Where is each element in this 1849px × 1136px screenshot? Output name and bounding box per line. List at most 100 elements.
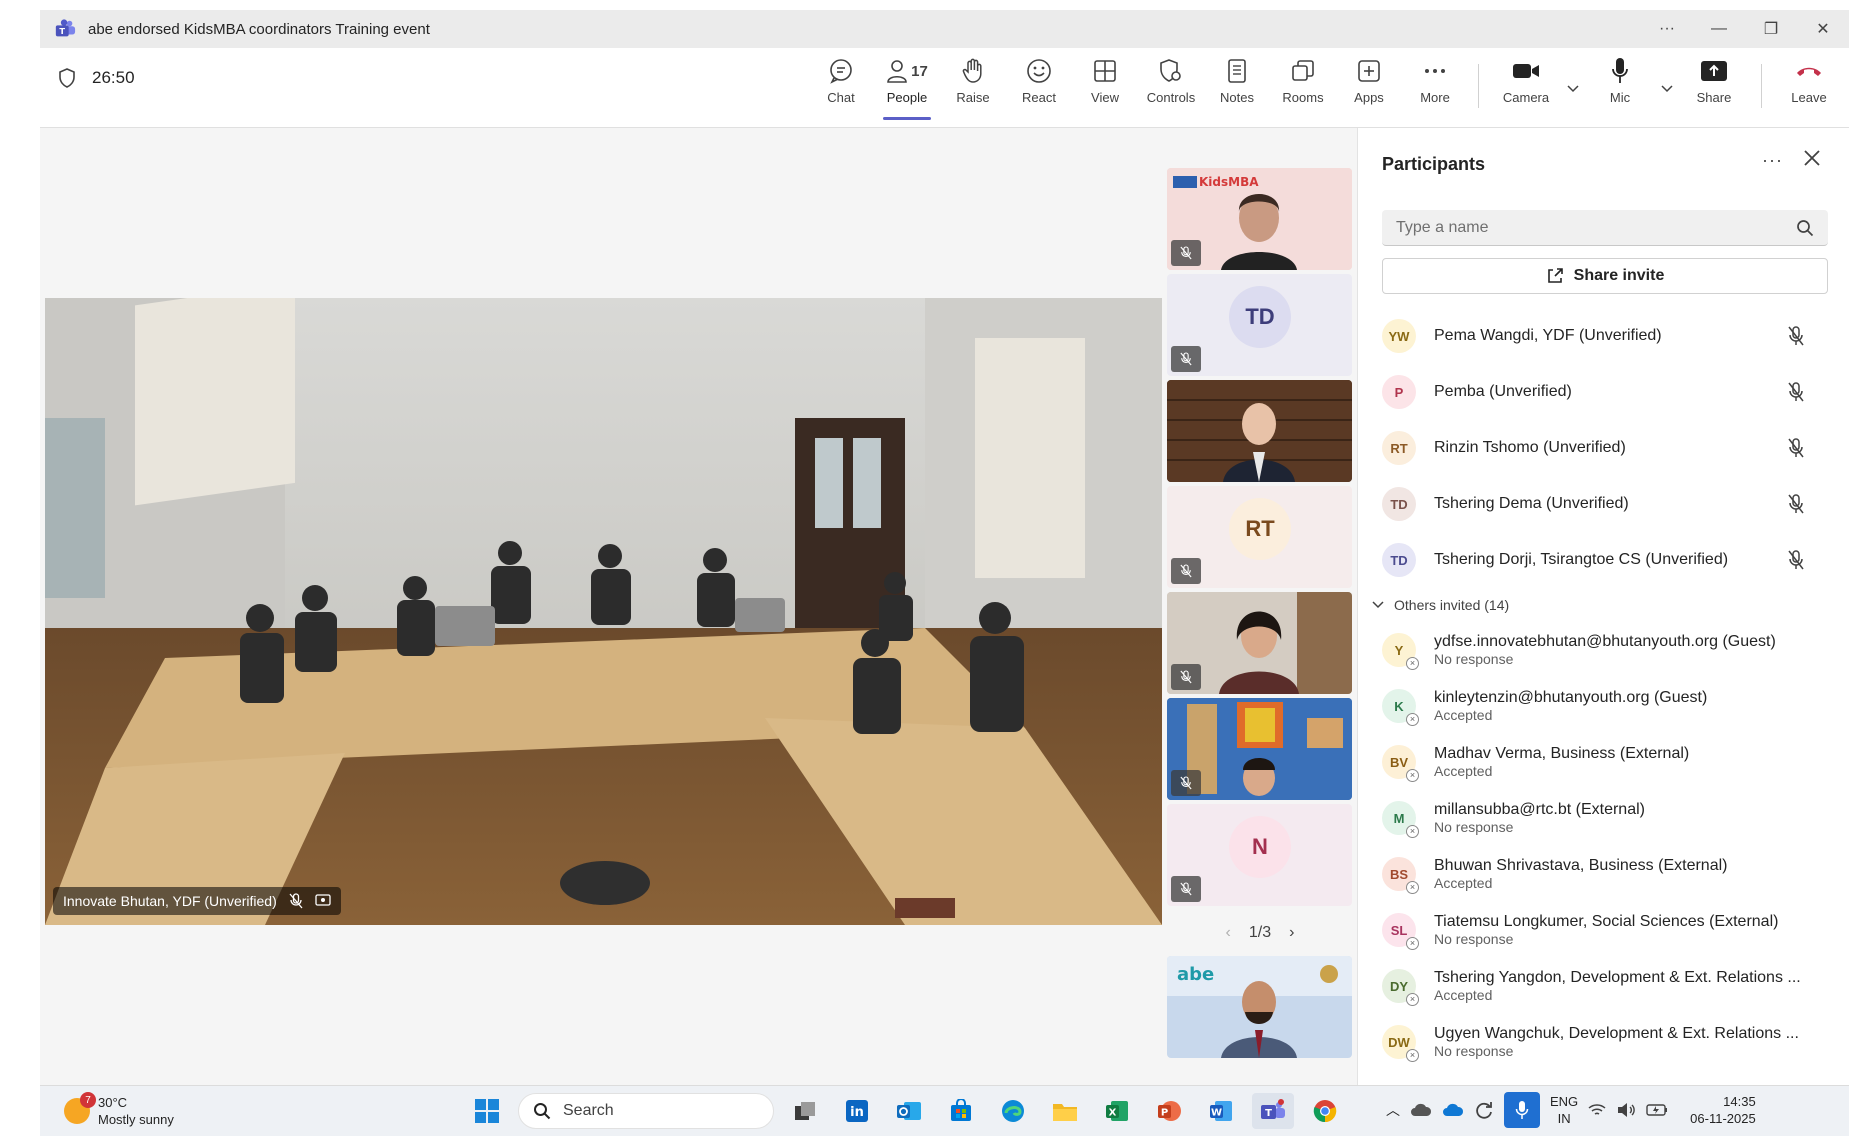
avatar-tile[interactable]: N xyxy=(1167,804,1352,906)
cloud-dark-icon[interactable] xyxy=(1410,1102,1432,1118)
participant-name: Pema Wangdi, YDF (Unverified) xyxy=(1434,327,1662,344)
leave-button[interactable]: Leave xyxy=(1772,56,1846,116)
grid-icon xyxy=(1094,60,1116,82)
excel-icon[interactable]: X xyxy=(1096,1093,1138,1129)
invited-row[interactable]: SL × Tiatemsu Longkumer, Social Sciences (… xyxy=(1358,902,1849,958)
invited-row[interactable]: BS × Bhuwan Shrivastava, Business (Externa… xyxy=(1358,846,1849,902)
participant-search-input[interactable]: Type a name xyxy=(1382,210,1828,246)
video-tile[interactable] xyxy=(1167,698,1352,800)
main-video-feed[interactable]: Innovate Bhutan, YDF (Unverified) xyxy=(45,298,1162,925)
ellipsis-icon xyxy=(1425,69,1445,73)
store-icon[interactable] xyxy=(940,1093,982,1129)
minimize-icon[interactable]: — xyxy=(1693,10,1745,48)
weather-widget[interactable]: 7 30°C Mostly sunny xyxy=(64,1092,174,1128)
invite-status: Accepted xyxy=(1434,707,1493,723)
participant-row[interactable]: TD Tshering Dorji, Tsirangtoe CS (Unverif… xyxy=(1358,532,1849,588)
not-joined-icon: × xyxy=(1406,993,1419,1006)
invited-row[interactable]: K × kinleytenzin@bhutanyouth.org (Guest) Ac… xyxy=(1358,678,1849,734)
chat-button[interactable]: Chat xyxy=(808,56,874,116)
invite-status: No response xyxy=(1434,651,1514,667)
participant-row[interactable]: RT Rinzin Tshomo (Unverified) xyxy=(1358,420,1849,476)
taskbar-search-label: Search xyxy=(563,1102,614,1119)
video-tile[interactable] xyxy=(1167,380,1352,482)
chrome-icon[interactable] xyxy=(1304,1093,1346,1129)
people-button[interactable]: 17 People xyxy=(874,56,940,120)
participant-row[interactable]: P Pemba (Unverified) xyxy=(1358,364,1849,420)
panel-close-icon[interactable] xyxy=(1802,148,1822,168)
plus-icon xyxy=(1358,60,1380,82)
windows-start-icon[interactable] xyxy=(466,1093,508,1129)
mic-options-chevron-icon[interactable] xyxy=(1657,56,1677,116)
volume-icon[interactable] xyxy=(1616,1102,1636,1118)
word-icon[interactable]: W xyxy=(1200,1093,1242,1129)
camera-options-chevron-icon[interactable] xyxy=(1563,56,1583,116)
share-button[interactable]: Share xyxy=(1677,56,1751,116)
mic-button[interactable]: Mic xyxy=(1583,56,1657,116)
video-tile[interactable] xyxy=(1167,592,1352,694)
prev-page-chevron-icon[interactable]: ‹ xyxy=(1226,924,1231,942)
invitee-name: Bhuwan Shrivastava, Business (External) xyxy=(1434,857,1728,874)
sync-icon[interactable] xyxy=(1474,1100,1494,1120)
invited-row[interactable]: BV × Madhav Verma, Business (External) Acce… xyxy=(1358,734,1849,790)
participant-tiles: KidsMBA TD RT N xyxy=(1167,168,1353,910)
tray-expand-chevron-icon[interactable]: ︿ xyxy=(1386,1100,1400,1120)
react-button[interactable]: React xyxy=(1006,56,1072,116)
window-controls: ··· — ❐ ✕ xyxy=(1641,10,1849,48)
participant-avatar: RT xyxy=(1382,431,1416,465)
mic-off-icon xyxy=(1786,437,1806,464)
raise-button[interactable]: Raise xyxy=(940,56,1006,116)
battery-icon[interactable] xyxy=(1646,1103,1668,1117)
participant-row[interactable]: TD Tshering Dema (Unverified) xyxy=(1358,476,1849,532)
mic-in-use-icon[interactable] xyxy=(1504,1092,1540,1128)
taskbar-apps: Search in X P W T xyxy=(466,1093,1346,1129)
invited-row[interactable]: Y × ydfse.innovatebhutan@bhutanyouth.org (… xyxy=(1358,622,1849,678)
video-tile[interactable]: KidsMBA xyxy=(1167,168,1352,270)
view-button[interactable]: View xyxy=(1072,56,1138,116)
window-more-icon[interactable]: ··· xyxy=(1641,10,1693,48)
apps-label: Apps xyxy=(1354,90,1384,105)
maximize-icon[interactable]: ❐ xyxy=(1745,10,1797,48)
rooms-button[interactable]: Rooms xyxy=(1270,56,1336,116)
teams-taskbar-icon[interactable]: T xyxy=(1252,1093,1294,1129)
camera-icon xyxy=(1513,64,1539,78)
invited-row[interactable]: M × millansubba@rtc.bt (External) No respon… xyxy=(1358,790,1849,846)
self-view-tile[interactable]: abe xyxy=(1167,956,1352,1058)
share-screen-icon xyxy=(1701,61,1727,81)
language-indicator[interactable]: ENG IN xyxy=(1550,1093,1578,1127)
participant-row[interactable]: YW Pema Wangdi, YDF (Unverified) xyxy=(1358,308,1849,364)
camera-button[interactable]: Camera xyxy=(1489,56,1563,116)
task-view-icon[interactable] xyxy=(784,1093,826,1129)
more-button[interactable]: More xyxy=(1402,56,1468,116)
not-joined-icon: × xyxy=(1406,1049,1419,1062)
linkedin-icon[interactable]: in xyxy=(836,1093,878,1129)
share-label: Share xyxy=(1696,90,1732,105)
edge-icon[interactable] xyxy=(992,1093,1034,1129)
powerpoint-icon[interactable]: P xyxy=(1148,1093,1190,1129)
invited-row[interactable]: DW × Ugyen Wangchuk, Development & Ext. Re… xyxy=(1358,1014,1849,1070)
close-icon[interactable]: ✕ xyxy=(1797,10,1849,48)
outlook-icon[interactable] xyxy=(888,1093,930,1129)
rooms-label: Rooms xyxy=(1282,90,1324,105)
speaker-name-bar: Innovate Bhutan, YDF (Unverified) xyxy=(53,887,341,915)
panel-more-icon[interactable]: ··· xyxy=(1762,150,1783,171)
next-page-chevron-icon[interactable]: › xyxy=(1289,924,1294,942)
invitee-name: millansubba@rtc.bt (External) xyxy=(1434,801,1645,818)
wifi-icon[interactable] xyxy=(1588,1103,1606,1117)
toolbar-divider xyxy=(1761,64,1762,108)
system-clock[interactable]: 14:35 06-11-2025 xyxy=(1690,1093,1756,1127)
participant-name: Rinzin Tshomo (Unverified) xyxy=(1434,439,1626,456)
invite-status: Accepted xyxy=(1434,763,1493,779)
onedrive-icon[interactable] xyxy=(1442,1102,1464,1118)
invited-row[interactable]: DY × Tshering Yangdon, Development & Ext. … xyxy=(1358,958,1849,1014)
notes-button[interactable]: Notes xyxy=(1204,56,1270,116)
hand-icon xyxy=(962,58,982,83)
apps-button[interactable]: Apps xyxy=(1336,56,1402,116)
share-invite-button[interactable]: Share invite xyxy=(1382,258,1828,294)
mic-off-icon xyxy=(1180,246,1192,260)
taskbar-search[interactable]: Search xyxy=(518,1093,774,1129)
controls-button[interactable]: Controls xyxy=(1138,56,1204,116)
file-explorer-icon[interactable] xyxy=(1044,1093,1086,1129)
others-invited-header[interactable]: Others invited (14) xyxy=(1358,588,1849,622)
avatar-tile[interactable]: TD xyxy=(1167,274,1352,376)
avatar-tile[interactable]: RT xyxy=(1167,486,1352,588)
